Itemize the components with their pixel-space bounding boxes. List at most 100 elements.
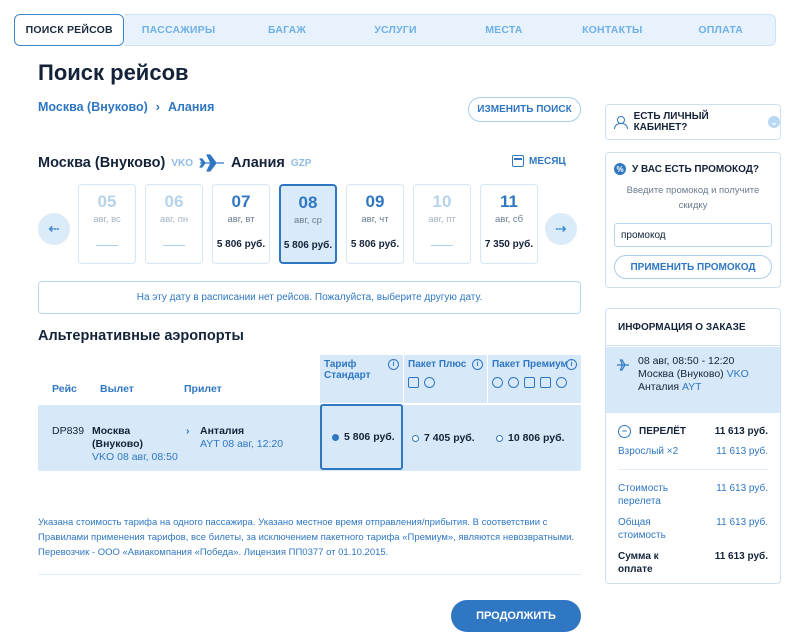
booking-stepper: ПОИСК РЕЙСОВ ПАССАЖИРЫ БАГАЖ УСЛУГИ МЕСТ… [14,14,776,46]
baggage-icon [524,377,535,388]
arr-city: Анталия [200,425,245,437]
date-day: 06 [164,192,184,211]
promo-title: У ВАС ЕСТЬ ПРОМОКОД? [632,163,760,175]
plus-features [408,377,435,388]
date-card[interactable]: 10 авг, пт [413,184,471,264]
tariff-plus-header: Пакет Плюс i [404,355,487,403]
col-departure: Вылет [100,383,134,395]
step-baggage[interactable]: БАГАЖ [232,14,342,46]
date-card-selected[interactable]: 08 авг, ср 5 806 руб. [279,184,337,264]
dep-city: Москва [92,425,131,437]
step-label: ПОИСК РЕЙСОВ [25,24,113,36]
order-from: Москва (Внуково) [638,368,724,380]
collapse-icon: − [618,425,631,438]
step-contacts[interactable]: КОНТАКТЫ [558,14,667,46]
col-flight: Рейс [52,383,77,395]
info-icon[interactable]: i [472,359,483,370]
tariff-plus-option[interactable]: 7 405 руб. [412,405,495,471]
step-passengers[interactable]: ПАССАЖИРЫ [124,14,233,46]
date-card[interactable]: 11 авг, сб 7 350 руб. [480,184,538,264]
date-price: 5 806 руб. [350,239,400,250]
route-to-code: GZP [290,157,312,169]
step-services[interactable]: УСЛУГИ [341,14,450,46]
radio [412,434,419,442]
flight-number: DP839 [52,425,85,437]
luggage-icon [540,377,551,388]
plane-icon [617,359,629,371]
chevron-right-icon: › [186,425,190,437]
no-price-dash [431,245,453,246]
date-card[interactable]: 09 авг, чт 5 806 руб. [346,184,404,264]
tariff-premium-option[interactable]: 10 806 руб. [496,405,581,471]
cabinet-label: ЕСТЬ ЛИЧНЫЙ КАБИНЕТ? [633,111,709,133]
breadcrumb: Москва (Внуково) › Алания [38,100,214,114]
date-weekday: авг, сб [494,214,524,225]
order-flight: 08 авг, 08:50 - 12:20 Москва (Внуково) V… [606,347,780,413]
date-weekday: авг, пт [428,214,456,225]
tariff-premium-label: Пакет Премиум [492,359,568,370]
percent-icon: % [614,163,626,175]
pay-label: Сумма к оплате [618,550,659,576]
promo-header: % У ВАС ЕСТЬ ПРОМОКОД? [614,163,772,175]
order-from-code: VKO [726,368,749,380]
month-view-button[interactable]: МЕСЯЦ [512,155,566,167]
pay-label-2: оплате [618,564,653,575]
date-day: 07 [231,192,251,211]
col-arrival: Прилет [184,383,222,395]
dep-city-airport: (Внуково) [92,438,144,450]
adult-row: Взрослый ×2 11 613 руб. [618,445,768,458]
date-price: 5 806 руб. [216,239,266,250]
step-payment[interactable]: ОПЛАТА [666,14,776,46]
order-time: 08 авг, 08:50 - 12:20 [638,355,735,367]
info-icon[interactable]: i [566,359,577,370]
info-icon[interactable]: i [388,359,399,370]
radio [496,434,503,442]
dep-time: 08 авг, 08:50 [117,451,178,463]
date-price: 5 806 руб. [283,240,333,251]
pay-label-1: Сумма к [618,551,659,562]
arrow-right-icon: ⇢ [555,221,567,236]
continue-button[interactable]: ПРОДОЛЖИТЬ [451,600,581,632]
flight-label-text: ПЕРЕЛЁТ [639,426,687,437]
arrow-left-icon: ⇠ [48,221,60,236]
date-weekday: авг, ср [294,215,322,226]
alt-airports-title: Альтернативные аэропорты [38,328,244,344]
flight-cost-row[interactable]: − ПЕРЕЛЁТ 11 613 руб. [618,425,768,438]
breadcrumb-to[interactable]: Алания [168,100,214,114]
price-premium: 10 806 руб. [508,432,565,444]
date-day: 05 [97,192,117,211]
date-carousel: 05 авг, вс 06 авг, пн 07 авг, вт 5 806 р… [78,184,538,264]
step-search[interactable]: ПОИСК РЕЙСОВ [14,14,125,46]
date-card[interactable]: 07 авг, вт 5 806 руб. [212,184,270,264]
date-card[interactable]: 06 авг, пн [145,184,203,264]
personal-account-box[interactable]: ЕСТЬ ЛИЧНЫЙ КАБИНЕТ? ⌄ [605,104,781,140]
prev-dates-button[interactable]: ⇠ [38,213,70,245]
chevron-right-icon: › [155,100,160,114]
date-card[interactable]: 05 авг, вс [78,184,136,264]
cost-value: 11 613 руб. [716,483,768,494]
next-dates-button[interactable]: ⇢ [545,213,577,245]
total-label-1: Общая [618,517,651,528]
breadcrumb-from[interactable]: Москва (Внуково) [38,100,148,114]
cost-label-2: перелета [618,496,661,507]
divider [618,469,768,470]
promo-input[interactable]: промокод [614,223,772,247]
arrival-info: Анталия AYT 08 авг, 12:20 [200,425,283,451]
tariff-standard-label: Тариф Стандарт [324,359,371,381]
apply-promo-button[interactable]: ПРИМЕНИТЬ ПРОМОКОД [614,255,772,279]
seat-icon [556,377,567,388]
calendar-icon [512,155,524,167]
date-weekday: авг, пн [159,214,189,225]
total-label-2: стоимость [618,530,666,541]
adult-label: Взрослый ×2 [618,446,679,457]
change-search-button[interactable]: ИЗМЕНИТЬ ПОИСК [468,97,581,122]
total-value: 11 613 руб. [716,517,768,528]
month-label: МЕСЯЦ [529,155,566,167]
step-label: КОНТАКТЫ [582,24,643,36]
promo-hint: Введите промокод и получите скидку [626,185,760,211]
step-seats[interactable]: МЕСТА [449,14,559,46]
tariff-standard-option[interactable]: 5 806 руб. [320,404,403,470]
flight-label: − ПЕРЕЛЁТ [618,425,686,438]
pay-row: Сумма к оплате 11 613 руб. [618,550,768,576]
cost-label-1: Стоимость [618,483,669,494]
